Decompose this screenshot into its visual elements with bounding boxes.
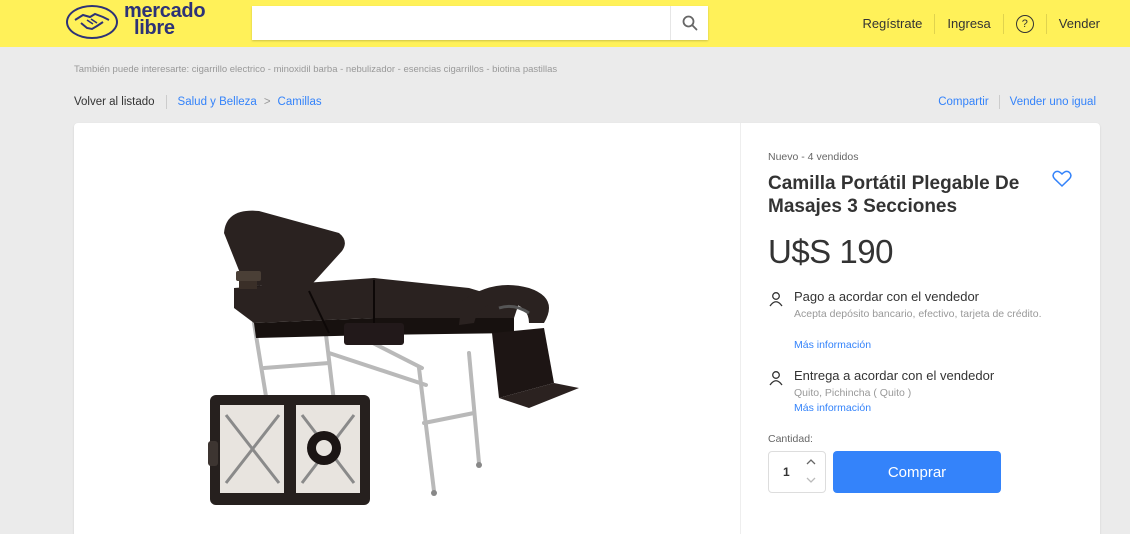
quantity-label: Cantidad: [768,433,813,445]
chevron-down-icon[interactable] [805,475,817,485]
card-divider [740,123,741,534]
header-nav: Regístrate Ingresa ? Vender [862,0,1100,47]
search-input[interactable] [252,6,670,40]
payment-info: Pago a acordar con el vendedor Acepta de… [768,289,1058,355]
search-bar [252,6,708,40]
product-image [208,210,579,505]
search-button[interactable] [670,6,708,40]
condition-sold-count: Nuevo - 4 vendidos [768,151,859,163]
search-icon [682,15,697,31]
breadcrumb-chevron: > [263,96,271,108]
delivery-more-info-link[interactable]: Más información [794,402,871,414]
folded-table-illustration [208,395,370,505]
person-icon [769,371,783,386]
quantity-value: 1 [783,465,790,479]
sell-link[interactable]: Vender [1059,16,1100,31]
breadcrumb: Volver al listado Salud y Belleza > Cami… [74,95,322,109]
mercadolibre-logo[interactable]: mercado libre [66,1,216,43]
payment-title: Pago a acordar con el vendedor [794,289,980,304]
delivery-info: Entrega a acordar con el vendedor Quito,… [768,368,1058,418]
chevron-up-icon[interactable] [805,457,817,467]
related-searches[interactable]: También puede interesarte: cigarrillo el… [74,64,557,75]
payment-more-info-link[interactable]: Más información [794,339,871,351]
buy-button[interactable]: Comprar [833,451,1001,493]
breadcrumb-item-health-beauty[interactable]: Salud y Belleza [178,96,257,108]
back-to-list-link[interactable]: Volver al listado [74,96,155,108]
product-gallery[interactable] [74,123,740,534]
delivery-title: Entrega a acordar con el vendedor [794,368,995,383]
brand-text: mercado libre [124,1,206,39]
payment-description: Acepta depósito bancario, efectivo, tarj… [794,308,1042,320]
actions-divider [998,95,1000,109]
share-link[interactable]: Compartir [938,96,988,108]
brand-line2: libre [134,17,175,39]
nav-divider [1002,13,1004,34]
nav-divider [934,13,936,34]
top-header: mercado libre Regístrate Ingresa ? Vende… [0,0,1130,47]
help-icon[interactable]: ? [1015,14,1034,33]
nav-divider [1045,13,1047,34]
item-actions: Compartir Vender uno igual [938,95,1096,109]
register-link[interactable]: Regístrate [862,16,922,31]
product-card: Nuevo - 4 vendidos Camilla Portátil Pleg… [74,123,1100,534]
heart-icon[interactable] [1052,170,1072,188]
product-title: Camilla Portátil Plegable De Masajes 3 S… [768,173,1020,217]
login-link[interactable]: Ingresa [947,16,990,31]
quantity-stepper[interactable]: 1 [768,451,826,493]
handshake-icon [66,5,118,39]
breadcrumb-item-camillas[interactable]: Camillas [278,96,322,108]
delivery-location: Quito, Pichincha ( Quito ) [794,387,912,399]
breadcrumb-divider [165,95,167,109]
product-price: U$S 190 [768,233,893,270]
person-icon [769,292,783,307]
sell-same-link[interactable]: Vender uno igual [1010,96,1096,108]
